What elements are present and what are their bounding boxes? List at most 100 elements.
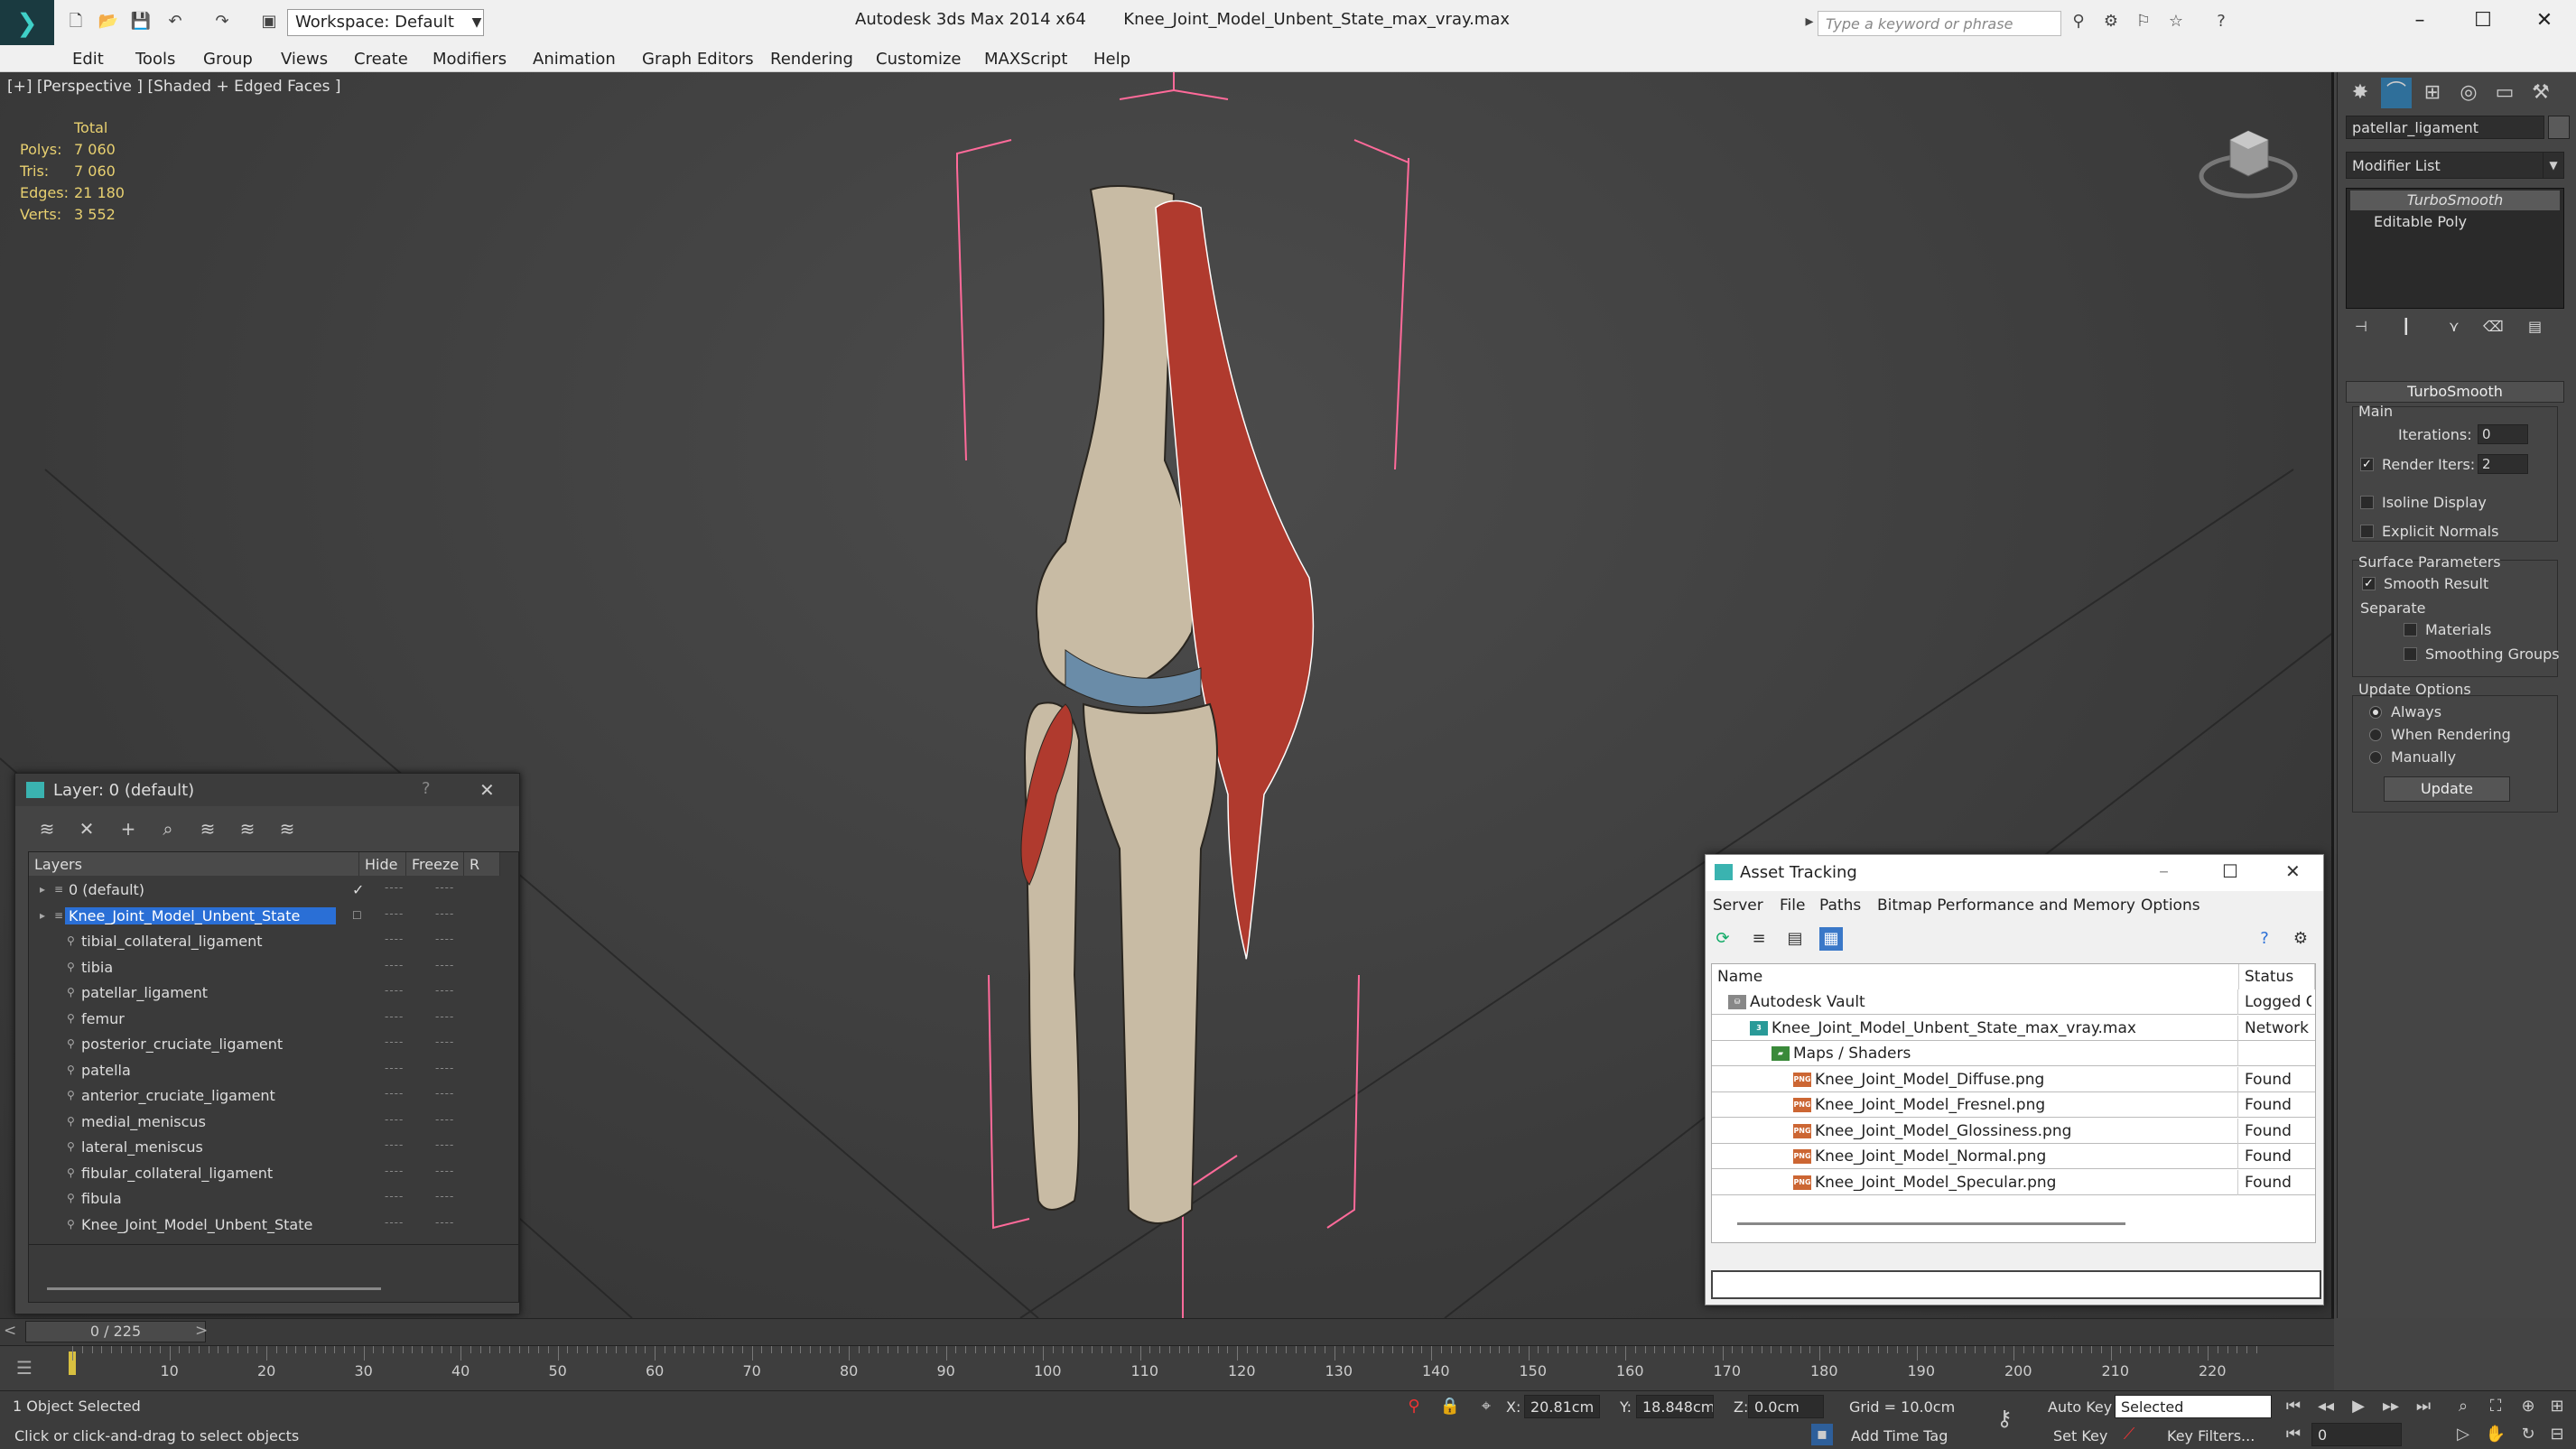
- highlight-layer-icon[interactable]: ≋: [196, 817, 219, 841]
- delete-layer-icon[interactable]: ✕: [75, 817, 98, 841]
- freeze-toggle[interactable]: ----: [435, 984, 454, 997]
- menu-animation[interactable]: Animation: [533, 50, 616, 69]
- redo-icon[interactable]: ↷: [211, 12, 233, 32]
- layer-row[interactable]: ⚲ tibial_collateral_ligament ---- ----: [29, 929, 498, 954]
- next-frame-icon[interactable]: ▸▸: [2380, 1396, 2402, 1417]
- menu-options[interactable]: Options: [2141, 896, 2200, 915]
- hide-toggle[interactable]: ----: [385, 881, 404, 894]
- help-icon[interactable]: ?: [2210, 12, 2232, 32]
- menu-graph-editors[interactable]: Graph Editors: [642, 50, 754, 69]
- layer-row[interactable]: ⚲ posterior_cruciate_ligament ---- ----: [29, 1032, 498, 1057]
- freeze-all-icon[interactable]: ≋: [275, 817, 299, 841]
- layer-row[interactable]: ⚲ patellar_ligament ---- ----: [29, 980, 498, 1006]
- layer-name[interactable]: 0 (default): [69, 881, 144, 898]
- field-of-view-icon[interactable]: ▷: [2452, 1424, 2474, 1445]
- layer-row[interactable]: ⚲ tibia ---- ----: [29, 955, 498, 980]
- table-view-icon[interactable]: ▦: [1819, 927, 1843, 951]
- asset-row[interactable]: PNG Knee_Joint_Model_Specular.png Found: [1712, 1169, 2315, 1195]
- lock-selection-icon[interactable]: 🔒: [1439, 1396, 1461, 1417]
- configure-sets-icon[interactable]: ▤: [2528, 318, 2542, 335]
- menu-rendering[interactable]: Rendering: [770, 50, 853, 69]
- freeze-toggle[interactable]: ----: [435, 1087, 454, 1100]
- layer-name[interactable]: medial_meniscus: [81, 1113, 206, 1130]
- hide-toggle[interactable]: ----: [385, 1190, 404, 1203]
- freeze-toggle[interactable]: ----: [435, 1010, 454, 1023]
- asset-row[interactable]: PNG Knee_Joint_Model_Glossiness.png Found: [1712, 1118, 2315, 1144]
- menu-customize[interactable]: Customize: [876, 50, 961, 69]
- layer-name[interactable]: lateral_meniscus: [81, 1138, 203, 1156]
- go-to-start-icon[interactable]: ⏮: [2283, 1396, 2304, 1417]
- menu-modifiers[interactable]: Modifiers: [432, 50, 507, 69]
- hide-toggle[interactable]: ----: [385, 1113, 404, 1126]
- asset-tracking-titlebar[interactable]: Asset Tracking – ☐ ✕: [1706, 855, 2323, 891]
- hide-toggle[interactable]: ----: [385, 1062, 404, 1074]
- mini-curve-editor-icon[interactable]: ☰: [16, 1357, 33, 1379]
- layer-row[interactable]: ▸ ≡ Knee_Joint_Model_Unbent_State ☐ ---- ----: [29, 904, 498, 929]
- current-frame-field[interactable]: 0: [2311, 1423, 2402, 1446]
- hide-toggle[interactable]: ----: [385, 1216, 404, 1229]
- hierarchy-tab-icon[interactable]: ⊞: [2417, 78, 2448, 108]
- layer-row[interactable]: ⚲ lateral_meniscus ---- ----: [29, 1135, 498, 1160]
- menu-bitmap-performance[interactable]: Bitmap Performance and Memory: [1877, 896, 2135, 915]
- create-layer-icon[interactable]: ≋: [35, 817, 59, 841]
- object-name-field[interactable]: patellar_ligament: [2346, 116, 2544, 139]
- chevron-down-icon[interactable]: ▼: [468, 9, 486, 36]
- freeze-toggle[interactable]: ----: [435, 1138, 454, 1151]
- menu-group[interactable]: Group: [203, 50, 253, 69]
- freeze-toggle[interactable]: ----: [435, 907, 454, 920]
- manually-radio[interactable]: [2369, 751, 2382, 764]
- workspace-dropdown[interactable]: Workspace: Default: [287, 9, 484, 36]
- render-iters-spinner[interactable]: 2: [2478, 454, 2528, 474]
- pan-icon[interactable]: ✋: [2485, 1424, 2506, 1445]
- freeze-toggle[interactable]: ----: [435, 1062, 454, 1074]
- hide-toggle[interactable]: ----: [385, 1010, 404, 1023]
- binoculars-icon[interactable]: ⚲: [2068, 12, 2089, 32]
- save-icon[interactable]: 💾: [130, 12, 152, 32]
- remove-modifier-icon[interactable]: ⌫: [2483, 318, 2504, 335]
- layer-dialog-titlebar[interactable]: Layer: 0 (default) ? ✕: [15, 774, 519, 806]
- go-to-end-icon[interactable]: ⏭: [2413, 1396, 2434, 1417]
- explicit-normals-checkbox[interactable]: [2360, 525, 2374, 538]
- hide-all-icon[interactable]: ≋: [236, 817, 259, 841]
- layer-name[interactable]: fibula: [81, 1190, 122, 1207]
- always-radio[interactable]: [2369, 706, 2382, 719]
- close-icon[interactable]: ✕: [479, 779, 495, 801]
- maximize-toggle-icon[interactable]: ⊟: [2546, 1424, 2568, 1445]
- layer-name[interactable]: femur: [81, 1010, 125, 1027]
- layer-name[interactable]: posterior_cruciate_ligament: [81, 1036, 283, 1053]
- stack-item-turbosmooth[interactable]: TurboSmooth: [2350, 190, 2560, 210]
- update-button[interactable]: Update: [2384, 776, 2510, 802]
- zoom-icon[interactable]: ⌕: [2452, 1396, 2474, 1417]
- modify-tab-icon[interactable]: ⌒: [2381, 78, 2412, 108]
- make-current-icon[interactable]: ☐: [352, 909, 363, 922]
- layer-row[interactable]: ⚲ patella ---- ----: [29, 1058, 498, 1083]
- menu-create[interactable]: Create: [354, 50, 408, 69]
- layer-name[interactable]: patellar_ligament: [81, 984, 208, 1001]
- smoothing-groups-checkbox[interactable]: [2404, 647, 2417, 661]
- search-input[interactable]: Type a keyword or phrase: [1818, 11, 2061, 36]
- menu-edit[interactable]: Edit: [72, 50, 104, 69]
- column-freeze[interactable]: Freeze: [406, 852, 464, 876]
- freeze-toggle[interactable]: ----: [435, 881, 454, 894]
- minimize-button[interactable]: –: [2402, 7, 2438, 34]
- details-view-icon[interactable]: ▤: [1783, 927, 1807, 951]
- smooth-result-checkbox[interactable]: ✓: [2362, 577, 2376, 590]
- modifier-list-dropdown[interactable]: Modifier List: [2346, 152, 2564, 179]
- settings-icon[interactable]: ⚙: [2289, 927, 2312, 951]
- layer-name[interactable]: patella: [81, 1062, 131, 1079]
- communication-icon[interactable]: ⚐: [2133, 12, 2154, 32]
- open-file-icon[interactable]: 📂: [98, 12, 119, 32]
- hide-toggle[interactable]: ----: [385, 1165, 404, 1177]
- orbit-icon[interactable]: ↻: [2517, 1424, 2539, 1445]
- hide-toggle[interactable]: ----: [385, 907, 404, 920]
- layer-name[interactable]: tibial_collateral_ligament: [81, 933, 263, 950]
- z-coordinate-field[interactable]: 0.0cm: [1748, 1395, 1824, 1418]
- prev-frame-icon[interactable]: <: [4, 1322, 16, 1340]
- freeze-toggle[interactable]: ----: [435, 1190, 454, 1203]
- asset-row[interactable]: PNG Knee_Joint_Model_Diffuse.png Found: [1712, 1066, 2315, 1092]
- iterations-spinner[interactable]: 0: [2478, 424, 2528, 444]
- undo-icon[interactable]: ↶: [164, 12, 186, 32]
- isoline-display-checkbox[interactable]: [2360, 496, 2374, 509]
- freeze-toggle[interactable]: ----: [435, 959, 454, 971]
- favorites-star-icon[interactable]: ☆: [2165, 12, 2187, 32]
